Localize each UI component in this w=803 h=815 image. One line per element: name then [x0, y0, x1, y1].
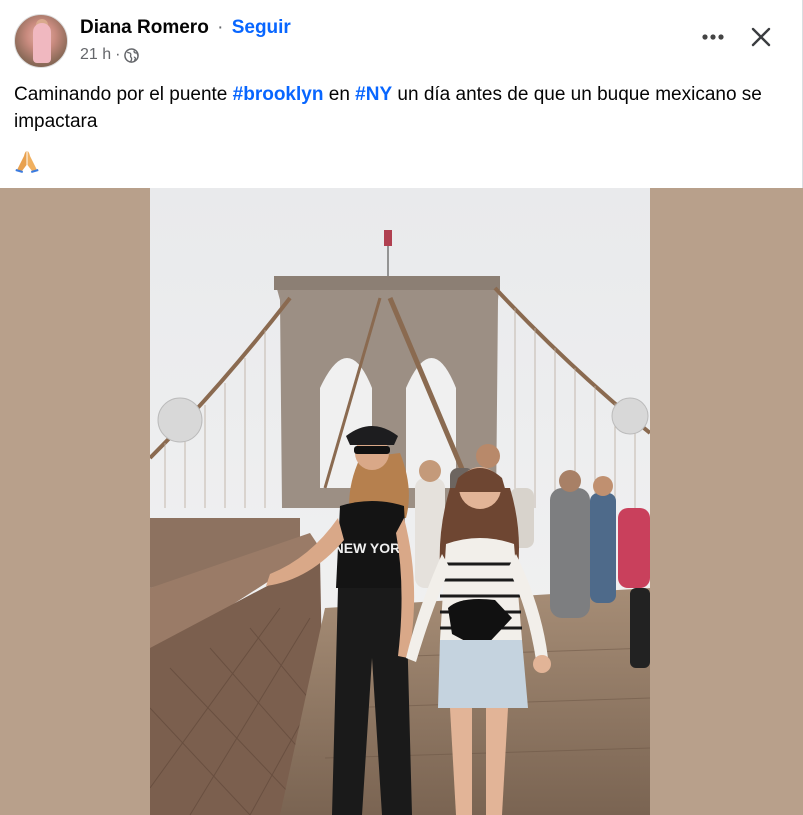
post-photo-container: NEW YORK	[0, 188, 803, 815]
name-separator: ·	[217, 17, 224, 38]
facebook-post: Diana Romero · Seguir 21 h · Caminando p…	[0, 0, 803, 815]
hashtag-ny[interactable]: #NY	[355, 84, 392, 105]
post-caption: Caminando por el puente #brooklyn en #NY…	[14, 81, 789, 135]
time-separator: ·	[115, 46, 121, 63]
post-time[interactable]: 21 h	[80, 46, 111, 64]
post-photo[interactable]: NEW YORK	[150, 188, 650, 815]
close-icon[interactable]	[746, 22, 776, 52]
post-meta: 21 h ·	[80, 46, 140, 64]
caption-text-2: en	[323, 84, 356, 105]
post-header: Diana Romero · Seguir 21 h ·	[14, 14, 789, 70]
author-avatar[interactable]	[14, 14, 68, 68]
globe-icon[interactable]	[124, 47, 140, 63]
follow-button[interactable]: Seguir	[232, 17, 291, 38]
hashtag-brooklyn[interactable]: #brooklyn	[233, 84, 324, 105]
more-options-icon[interactable]	[698, 22, 728, 52]
praying-hands-emoji	[14, 148, 44, 176]
caption-text-1: Caminando por el puente	[14, 84, 233, 105]
author-name[interactable]: Diana Romero	[80, 17, 209, 38]
author-line: Diana Romero · Seguir	[80, 17, 291, 39]
